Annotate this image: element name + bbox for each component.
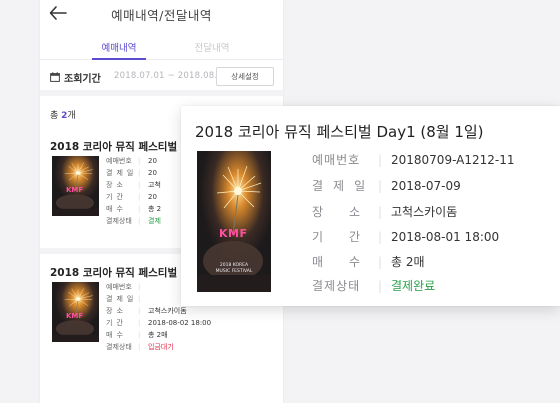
poster-artwork [52,156,99,216]
info-row: 결제일| [106,295,141,303]
detail-row-payment-status: 결제상태 | 결제완료 [312,279,436,293]
info-row: 장소 | 고척스카이돔 [106,307,187,315]
info-value: 고척 [148,181,161,189]
period-filter: 조회기간 2018.07.01 ~ 2018.08.01 상세설정 [40,60,283,96]
poster-artwork [52,282,99,342]
payment-status: 결제 [148,217,161,225]
event-poster [197,151,271,292]
event-title: 2018 코리아 뮤직 페스티벌 Day1 (8월 1일) [195,123,484,141]
period-value: 2018.07.01 ~ 2018.08.01 [114,71,229,81]
info-value: 2018-08-02 18:00 [148,319,212,327]
ticket-quantity: 총 2매 [391,255,425,269]
info-row: 결제일| 20 [106,169,157,177]
detail-label: 장소 [312,205,387,219]
total-count: 총 2개 [50,108,76,121]
detail-label: 기간 [312,230,387,244]
page-title: 예매내역/전달내역 [111,8,212,23]
event-poster [52,156,99,216]
calendar-icon [50,72,60,82]
info-label: 결제상태 [106,343,132,351]
detail-row-booking-number: 예매번호 | 20180709-A1212-11 [312,153,515,167]
info-value: 총 2 [148,205,162,213]
detail-row-payment-date: 결제일 | 2018-07-09 [312,179,461,193]
info-value: 고척스카이돔 [148,307,187,315]
detail-settings-button[interactable]: 상세설정 [216,67,274,86]
info-row: 기간 | 2018-08-02 18:00 [106,319,212,327]
info-row: 매수 | 총 2 [106,205,162,213]
payment-status: 입금대기 [148,343,174,351]
detail-label: 결제일 [312,179,376,193]
info-label: 결제상태 [106,217,132,225]
info-value: 20 [148,193,157,201]
event-poster [52,282,99,342]
info-row: 장소 | 고척 [106,181,161,189]
info-label: 기간 [106,193,127,201]
detail-label: 매수 [312,255,387,269]
payment-status: 결제완료 [391,279,436,293]
total-suffix: 개 [67,111,76,121]
info-value: 총 2매 [148,331,168,339]
period-label: 조회기간 [64,74,101,85]
info-label: 매수 [106,331,127,339]
info-value: 20 [148,157,157,165]
detail-row-period: 기간| 2018-08-01 18:00 [312,230,500,244]
event-datetime: 2018-08-01 18:00 [391,230,500,244]
info-row: 예매번호 | [106,283,141,291]
info-row: 기간 | 20 [106,193,157,201]
booking-number: 20180709-A1212-11 [391,153,515,167]
venue: 고척스카이돔 [391,205,458,219]
info-label: 예매번호 [106,157,132,165]
info-label: 결제일 [106,295,138,303]
info-label: 장소 [106,181,127,189]
info-row: 결제상태 | 입금대기 [106,343,174,351]
tab-bar: 예매내역 전달내역 [40,34,283,60]
total-prefix: 총 [50,111,62,121]
info-row: 매수 | 총 2매 [106,331,168,339]
detail-label: 예매번호 [312,153,361,167]
tab-booking-history[interactable]: 예매내역 [95,40,143,54]
top-bar: 예매내역/전달내역 [40,0,283,30]
detail-row-quantity: 매수| 총 2매 [312,255,425,269]
info-label: 결제일 [106,169,138,177]
payment-date: 2018-07-09 [391,179,461,193]
info-value: 20 [148,169,157,177]
info-label: 기간 [106,319,127,327]
poster-artwork [197,151,271,292]
detail-label: 결제상태 [312,279,361,293]
detail-row-venue: 장소| 고척스카이돔 [312,205,458,219]
info-label: 매수 [106,205,127,213]
info-row: 결제상태 | 결제 [106,217,161,225]
tab-transfer-history[interactable]: 전달내역 [188,40,236,54]
booking-detail-card[interactable]: 2018 코리아 뮤직 페스티벌 Day1 (8월 1일) KMF 2018 K… [181,106,560,306]
info-row: 예매번호 | 20 [106,157,157,165]
info-label: 예매번호 [106,283,132,291]
info-label: 장소 [106,307,127,315]
